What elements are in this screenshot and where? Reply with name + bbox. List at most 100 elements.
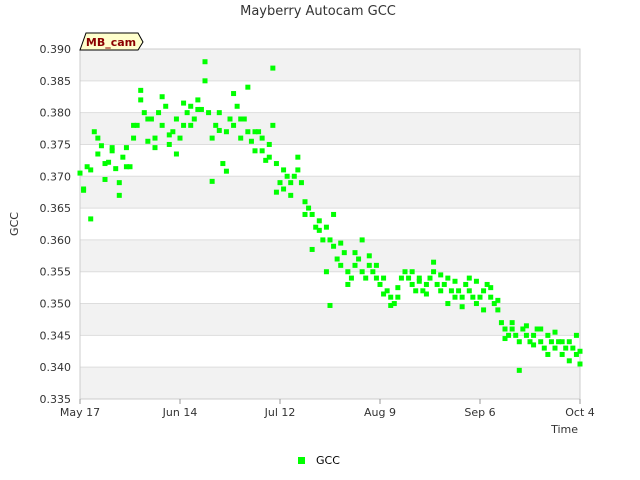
data-point: [266, 141, 272, 147]
data-point: [548, 339, 554, 345]
data-point: [488, 285, 494, 291]
data-point: [516, 339, 522, 345]
data-point: [98, 143, 104, 149]
data-point: [495, 297, 501, 303]
y-tick-label: 0.355: [40, 266, 72, 279]
data-point: [227, 116, 233, 122]
data-point: [209, 135, 215, 141]
chart: Mayberry Autocam GCC 0.335 0.340 0.345 0.35…: [8, 4, 595, 467]
data-point: [388, 302, 394, 308]
site-badge: MB_cam: [79, 32, 144, 51]
data-point: [577, 348, 583, 354]
data-point: [188, 122, 194, 128]
y-axis: 0.335 0.340 0.345 0.350 0.355 0.360 0.365 0.370…: [40, 43, 72, 406]
y-tick-label: 0.370: [40, 170, 72, 183]
data-point: [456, 288, 462, 294]
data-point: [184, 110, 190, 116]
data-point: [216, 127, 222, 133]
data-point: [566, 339, 572, 345]
data-point: [195, 106, 201, 112]
data-point: [473, 278, 479, 284]
data-point: [502, 326, 508, 332]
data-point: [320, 237, 326, 243]
data-point: [541, 345, 547, 351]
data-point: [552, 329, 558, 335]
data-point: [231, 122, 237, 128]
data-point: [431, 269, 437, 275]
data-point: [213, 122, 219, 128]
data-point: [345, 269, 351, 275]
data-point: [409, 281, 415, 287]
data-point: [95, 135, 101, 141]
data-point: [545, 332, 551, 338]
data-point: [563, 345, 569, 351]
data-point: [181, 122, 187, 128]
data-point: [538, 326, 544, 332]
data-point: [188, 103, 194, 109]
data-point: [138, 97, 144, 103]
data-point: [163, 103, 169, 109]
data-point: [377, 281, 383, 287]
data-point: [231, 91, 237, 97]
data-point: [316, 218, 322, 224]
data-point: [281, 167, 287, 173]
data-point: [138, 87, 144, 93]
data-point: [316, 227, 322, 233]
data-point: [409, 269, 415, 275]
data-point: [291, 173, 297, 179]
data-point: [309, 211, 315, 217]
x-tick-label: Aug 9: [364, 406, 396, 419]
legend-marker: [298, 457, 305, 464]
data-point: [123, 164, 129, 170]
data-point: [166, 132, 172, 138]
data-point: [373, 275, 379, 281]
data-point: [413, 288, 419, 294]
y-tick-label: 0.375: [40, 138, 72, 151]
data-point: [252, 148, 258, 154]
data-point: [281, 186, 287, 192]
y-tick-label: 0.365: [40, 202, 72, 215]
data-point: [373, 262, 379, 268]
y-tick-label: 0.340: [40, 361, 72, 374]
data-point: [448, 288, 454, 294]
data-point: [495, 307, 501, 313]
data-point: [570, 345, 576, 351]
data-point: [381, 275, 387, 281]
data-point: [431, 259, 437, 265]
data-point: [463, 281, 469, 287]
data-point: [338, 240, 344, 246]
data-point: [331, 211, 337, 217]
data-point: [238, 135, 244, 141]
data-point: [177, 135, 183, 141]
data-point: [102, 176, 108, 182]
data-point: [334, 256, 340, 262]
data-point: [223, 168, 229, 174]
legend-label: GCC: [316, 454, 340, 467]
grid-band: [80, 239, 580, 272]
data-point: [288, 192, 294, 198]
data-point: [95, 151, 101, 157]
data-point: [252, 129, 258, 135]
x-axis: May 17 Jun 14 Jul 12 Aug 9 Sep 6 Oct 4: [60, 399, 595, 419]
data-point: [295, 167, 301, 173]
data-point: [423, 291, 429, 297]
data-point: [531, 342, 537, 348]
data-point: [481, 307, 487, 313]
data-point: [141, 110, 147, 116]
data-point: [395, 294, 401, 300]
data-point: [388, 294, 394, 300]
data-point: [181, 100, 187, 106]
data-point: [173, 151, 179, 157]
data-point: [220, 161, 226, 167]
data-point: [445, 275, 451, 281]
data-point: [481, 288, 487, 294]
data-point: [441, 281, 447, 287]
data-point: [116, 192, 122, 198]
data-point: [77, 170, 83, 176]
data-point: [323, 224, 329, 230]
data-point: [509, 326, 515, 332]
data-point: [259, 135, 265, 141]
grid-lines: [80, 48, 580, 400]
data-point: [88, 216, 94, 222]
data-point: [438, 288, 444, 294]
